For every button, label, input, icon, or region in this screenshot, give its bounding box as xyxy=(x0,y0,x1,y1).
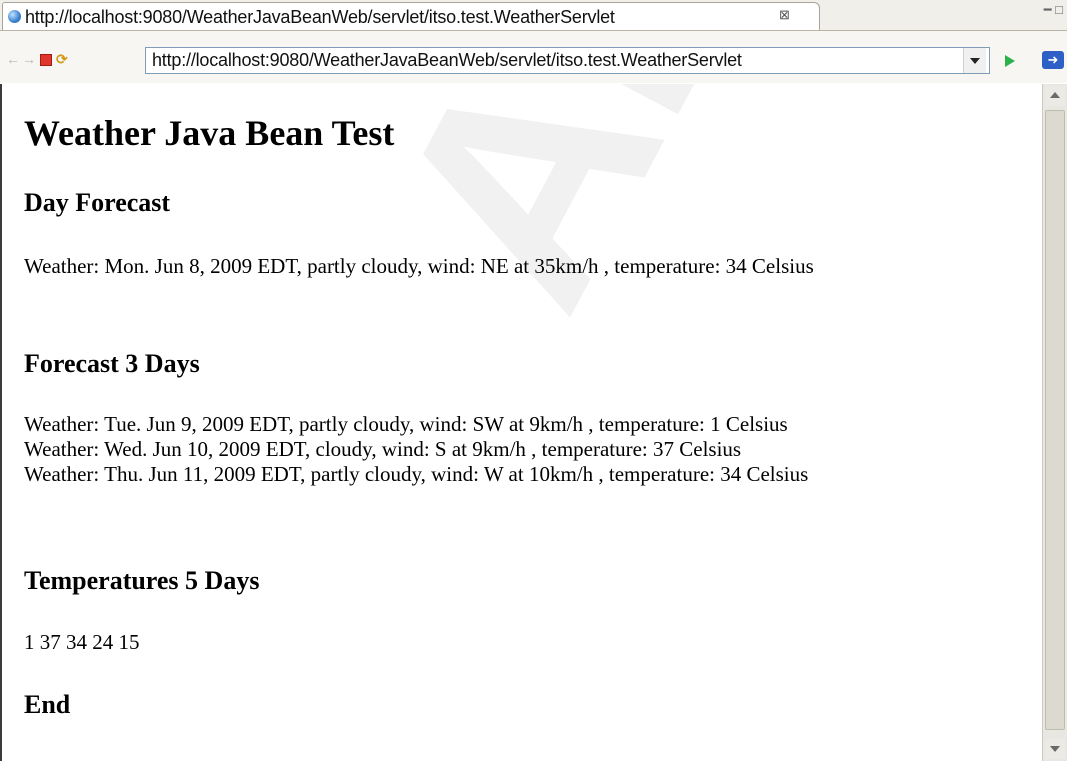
page-content: Archived Weather Java Bean Test Day Fore… xyxy=(2,84,1042,761)
forecast-line: Weather: Tue. Jun 9, 2009 EDT, partly cl… xyxy=(24,412,788,436)
stop-icon[interactable] xyxy=(40,54,52,66)
heading-forecast-3-days: Forecast 3 Days xyxy=(24,349,200,378)
go-icon[interactable] xyxy=(1005,55,1015,67)
tab-strip: http://localhost:9080/WeatherJavaBeanWeb… xyxy=(0,0,1067,31)
heading-day-forecast: Day Forecast xyxy=(24,188,171,217)
watermark: Archived xyxy=(322,84,1042,356)
globe-icon xyxy=(8,10,21,23)
address-bar-url[interactable]: http://localhost:9080/WeatherJavaBeanWeb… xyxy=(152,50,742,71)
forecast-list: Weather: Tue. Jun 9, 2009 EDT, partly cl… xyxy=(24,412,1029,487)
scrollbar-thumb[interactable] xyxy=(1045,110,1065,730)
minimize-maximize-icon[interactable]: ━ □ xyxy=(1044,2,1063,18)
scroll-up-icon[interactable] xyxy=(1045,86,1065,106)
forward-arrow-icon[interactable]: → xyxy=(22,51,36,67)
toolbar-action-icon[interactable]: ➜ xyxy=(1042,51,1064,69)
close-tab-icon[interactable]: ⊠ xyxy=(779,7,790,23)
forecast-line: Weather: Wed. Jun 10, 2009 EDT, cloudy, … xyxy=(24,437,742,461)
temperatures-values: 1 37 34 24 15 xyxy=(24,630,140,654)
tab-title: http://localhost:9080/WeatherJavaBeanWeb… xyxy=(25,7,615,27)
browser-toolbar: ← → ⟳ http://localhost:9080/WeatherJavaB… xyxy=(0,31,1067,83)
address-bar[interactable]: http://localhost:9080/WeatherJavaBeanWeb… xyxy=(145,47,990,74)
back-arrow-icon[interactable]: ← xyxy=(6,51,20,67)
day-forecast-text: Weather: Mon. Jun 8, 2009 EDT, partly cl… xyxy=(24,254,814,278)
browser-tab[interactable]: http://localhost:9080/WeatherJavaBeanWeb… xyxy=(2,2,820,30)
heading-end: End xyxy=(24,690,71,719)
forecast-line: Weather: Thu. Jun 11, 2009 EDT, partly c… xyxy=(24,462,809,486)
address-dropdown-icon[interactable] xyxy=(963,48,986,73)
scroll-down-icon[interactable] xyxy=(1045,739,1065,759)
vertical-scrollbar[interactable] xyxy=(1042,84,1067,761)
page-title: Weather Java Bean Test xyxy=(24,113,395,153)
refresh-icon[interactable]: ⟳ xyxy=(56,51,68,67)
heading-temperatures-5-days: Temperatures 5 Days xyxy=(24,566,260,595)
